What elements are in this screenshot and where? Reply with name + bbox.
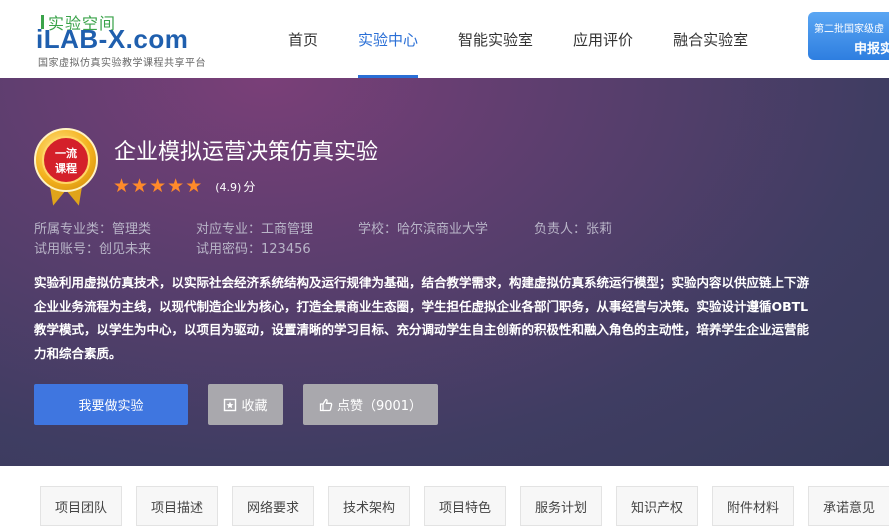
- rating-score-value: (4.9): [215, 180, 242, 194]
- banner-line-1: 第二批国家级虚: [814, 24, 884, 35]
- rating-score: (4.9) 分: [215, 178, 255, 195]
- course-hero: 一流 课程 企业模拟运营决策仿真实验 ★ ★ ★ ★ ★ (4.9) 分 所属专业…: [0, 78, 889, 466]
- nav-smart-lab[interactable]: 智能实验室: [438, 0, 553, 78]
- meta-trial-password: 试用密码：123456: [196, 242, 311, 257]
- like-button[interactable]: 点赞（9001）: [303, 384, 438, 425]
- first-class-badge-icon: 一流 课程: [34, 128, 98, 209]
- bookmark-icon: [223, 398, 237, 412]
- rating-score-unit: 分: [243, 179, 256, 194]
- rating: ★ ★ ★ ★ ★ (4.9) 分: [113, 176, 255, 196]
- tab-ip[interactable]: 知识产权: [616, 486, 698, 526]
- tab-service-plan[interactable]: 服务计划: [520, 486, 602, 526]
- course-detail-tabs: 项目团队 项目描述 网络要求 技术架构 项目特色 服务计划 知识产权 附件材料 …: [40, 486, 889, 526]
- logo-subtitle: 国家虚拟仿真实验教学课程共享平台: [38, 58, 206, 69]
- meta-category: 所属专业类：管理类: [34, 222, 152, 237]
- main-nav: 首页 实验中心 智能实验室 应用评价 融合实验室: [268, 0, 768, 78]
- star-icon: ★: [149, 175, 167, 197]
- tab-description[interactable]: 项目描述: [136, 486, 218, 526]
- star-icon: ★: [113, 175, 131, 197]
- favorite-label: 收藏: [241, 399, 268, 414]
- site-logo[interactable]: 实验空间 iLAB-X.com 国家虚拟仿真实验教学课程共享平台: [36, 10, 236, 70]
- course-title: 企业模拟运营决策仿真实验: [114, 140, 379, 165]
- nav-fusion-lab[interactable]: 融合实验室: [653, 0, 768, 78]
- thumbs-up-icon: [319, 398, 333, 412]
- nav-experiment-center[interactable]: 实验中心: [338, 0, 438, 78]
- favorite-button[interactable]: 收藏: [208, 384, 283, 425]
- tab-features[interactable]: 项目特色: [424, 486, 506, 526]
- badge-label: 一流 课程: [42, 136, 90, 184]
- star-icon: ★: [167, 175, 185, 197]
- star-icon: ★: [185, 175, 203, 197]
- tab-commitment[interactable]: 承诺意见: [808, 486, 889, 526]
- like-label: 点赞（9001）: [336, 399, 423, 414]
- star-icon: ★: [131, 175, 149, 197]
- meta-trial-account: 试用账号：创见未来: [34, 242, 152, 257]
- logo-en-text: iLAB-X.com: [36, 24, 189, 54]
- site-header: 实验空间 iLAB-X.com 国家虚拟仿真实验教学课程共享平台 首页 实验中心…: [0, 0, 889, 78]
- tab-attachments[interactable]: 附件材料: [712, 486, 794, 526]
- tab-team[interactable]: 项目团队: [40, 486, 122, 526]
- nav-home[interactable]: 首页: [268, 0, 338, 78]
- banner-line-2: 申报实: [854, 42, 889, 57]
- tab-architecture[interactable]: 技术架构: [328, 486, 410, 526]
- badge-text-2: 课程: [55, 162, 77, 175]
- meta-school: 学校：哈尔滨商业大学: [358, 222, 489, 237]
- do-experiment-button[interactable]: 我要做实验: [34, 384, 188, 425]
- meta-major: 对应专业：工商管理: [196, 222, 314, 237]
- badge-text-1: 一流: [55, 147, 77, 160]
- apply-banner-button[interactable]: 第二批国家级虚 申报实: [808, 12, 889, 60]
- meta-owner: 负责人：张莉: [534, 222, 613, 237]
- tab-network[interactable]: 网络要求: [232, 486, 314, 526]
- course-description: 实验利用虚拟仿真技术，以实际社会经济系统结构及运行规律为基础，结合教学需求，构建…: [34, 275, 810, 361]
- nav-evaluation[interactable]: 应用评价: [553, 0, 653, 78]
